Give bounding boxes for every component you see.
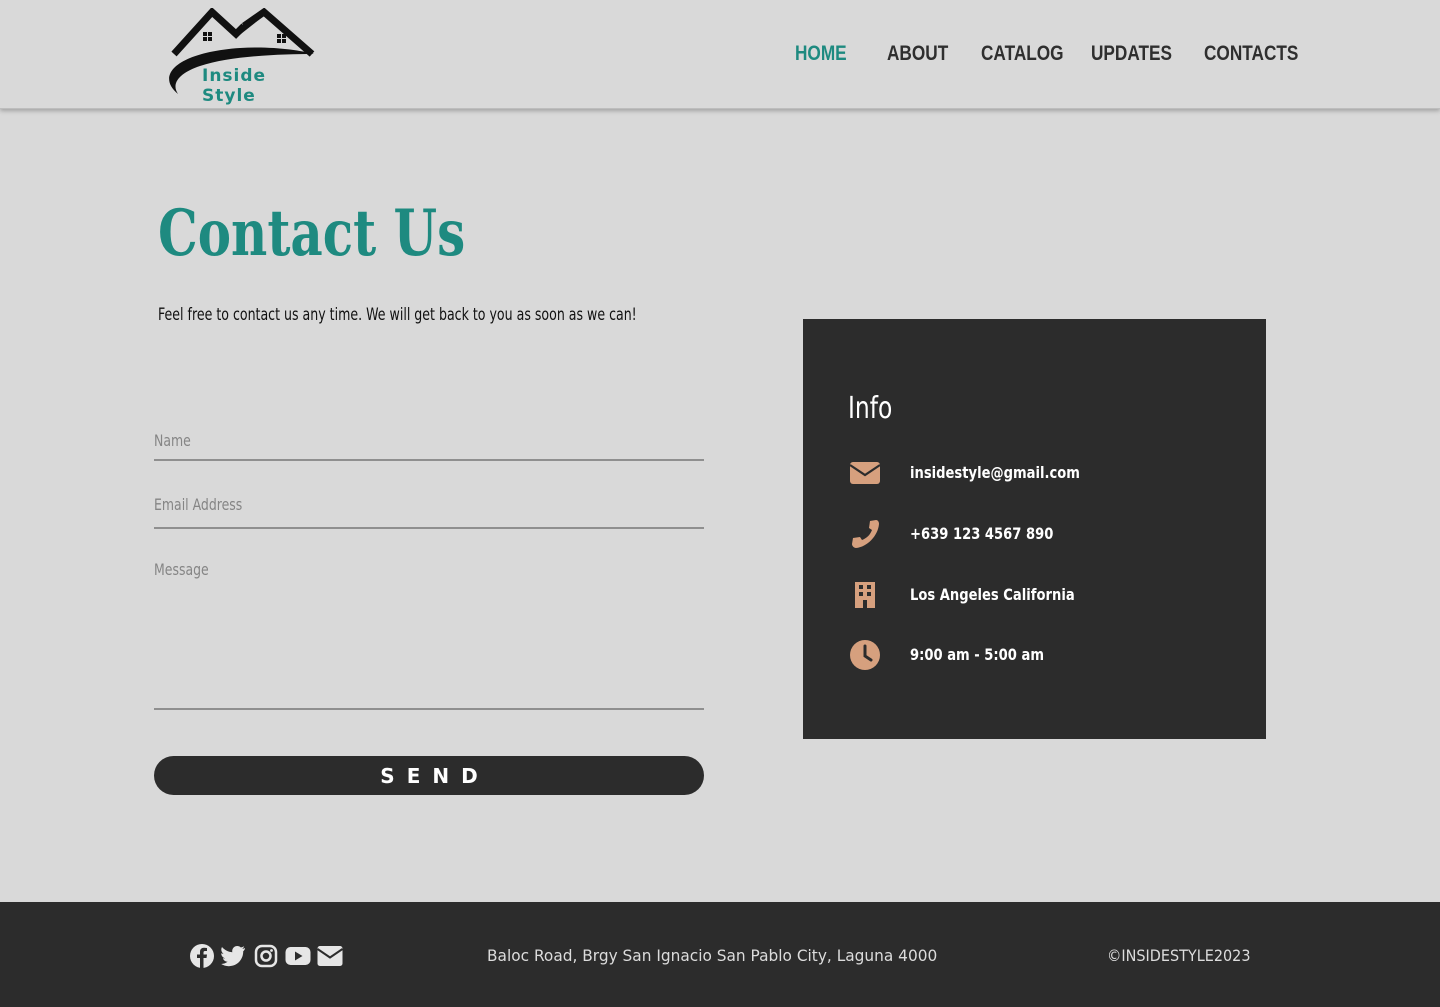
site-header: Inside Style HOME ABOUT CATALOG UPDATES … — [0, 0, 1440, 109]
envelope-icon[interactable] — [317, 943, 343, 969]
message-underline — [154, 708, 704, 710]
nav-updates[interactable]: UPDATES — [1091, 42, 1172, 66]
clock-icon — [848, 638, 882, 672]
info-phone-row: +639 123 4567 890 — [848, 517, 1228, 551]
name-field[interactable] — [154, 424, 704, 460]
info-location-row: Los Angeles California — [848, 578, 1228, 612]
info-title: Info — [848, 391, 893, 426]
footer-copyright: ©INSIDESTYLE2023 — [1107, 946, 1251, 965]
building-icon — [848, 578, 882, 612]
nav-about[interactable]: ABOUT — [887, 42, 948, 66]
youtube-icon[interactable] — [285, 943, 311, 969]
twitter-icon[interactable] — [221, 943, 247, 969]
page-subtitle: Feel free to contact us any time. We wil… — [158, 305, 637, 325]
site-footer: Baloc Road, Brgy San Ignacio San Pablo C… — [0, 902, 1440, 1007]
facebook-icon[interactable] — [189, 943, 215, 969]
email-field[interactable] — [154, 488, 704, 526]
send-button[interactable]: SEND — [154, 756, 704, 795]
info-panel: Info insidestyle@gmail.com +639 123 4567… — [803, 319, 1266, 739]
instagram-icon[interactable] — [253, 943, 279, 969]
nav-contacts[interactable]: CONTACTS — [1204, 42, 1298, 66]
info-email-text[interactable]: insidestyle@gmail.com — [910, 463, 1080, 482]
message-field[interactable] — [154, 555, 704, 707]
nav-catalog[interactable]: CATALOG — [981, 42, 1064, 66]
info-location-text: Los Angeles California — [910, 585, 1075, 604]
info-hours-text: 9:00 am - 5:00 am — [910, 645, 1045, 664]
logo-text: Inside Style — [202, 66, 267, 106]
social-links — [189, 942, 343, 970]
nav-home[interactable]: HOME — [795, 42, 847, 66]
email-underline — [154, 527, 704, 529]
main-nav: HOME ABOUT CATALOG UPDATES CONTACTS — [0, 42, 1440, 70]
info-phone-text[interactable]: +639 123 4567 890 — [910, 524, 1053, 543]
page-title: Contact Us — [158, 196, 466, 271]
info-hours-row: 9:00 am - 5:00 am — [848, 638, 1228, 672]
name-underline — [154, 459, 704, 461]
phone-icon — [848, 517, 882, 551]
footer-address: Baloc Road, Brgy San Ignacio San Pablo C… — [487, 946, 938, 965]
info-email-row: insidestyle@gmail.com — [848, 456, 1228, 490]
envelope-icon — [848, 456, 882, 490]
